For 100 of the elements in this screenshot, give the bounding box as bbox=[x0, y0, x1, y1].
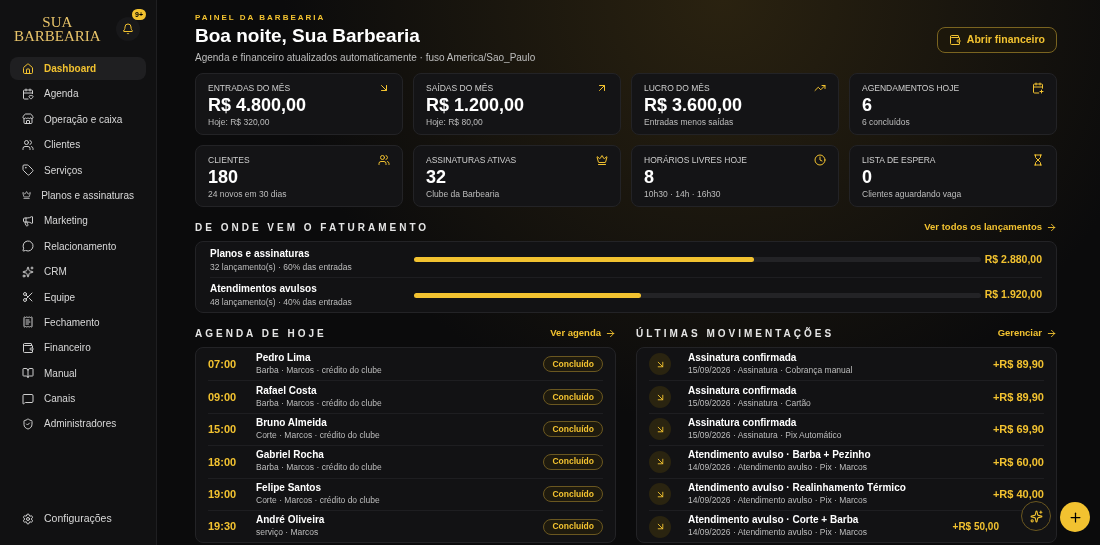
movement-detail: 14/09/2026 · Atendimento avulso · Pix · Marcos bbox=[688, 526, 869, 539]
client-name: Gabriel Rocha bbox=[256, 449, 325, 462]
revenue-amount: R$ 1.920,00 bbox=[984, 287, 1042, 303]
nav-item[interactable]: Dashboard bbox=[10, 57, 146, 80]
clock-icon bbox=[814, 154, 826, 166]
stat-note: Hoje: R$ 80,00 bbox=[426, 115, 484, 129]
nav-item[interactable]: Clientes bbox=[10, 133, 146, 157]
appointment-time: 19:30 bbox=[208, 519, 238, 535]
notification-button[interactable] bbox=[116, 17, 140, 41]
section-link[interactable]: Ver agenda bbox=[550, 326, 616, 341]
movement-detail: 14/09/2026 · Atendimento avulso · Pix · Marcos bbox=[688, 493, 869, 507]
movement-detail: 14/09/2026 · Atendimento avulso · Pix · Marcos bbox=[688, 461, 869, 475]
appointment-time: 09:00 bbox=[208, 389, 238, 405]
movement-amount: +R$ 89,90 bbox=[992, 389, 1044, 405]
section-link[interactable]: Gerenciar bbox=[997, 326, 1057, 341]
appointment-detail: serviço · Marcos bbox=[256, 526, 320, 539]
revenue-source: Planos e assinaturas bbox=[210, 246, 311, 261]
movement-title: Atendimento avulso · Corte + Barba bbox=[688, 514, 860, 527]
stat-value: R$ 1.200,00 bbox=[426, 94, 526, 115]
status-pill: Concluído bbox=[543, 356, 603, 373]
stat-note: Clube da Barbearia bbox=[426, 187, 501, 201]
movement-detail: 15/09/2026 · Assinatura · Cartão bbox=[688, 396, 812, 410]
store-icon bbox=[22, 113, 34, 126]
calendar-plus-icon bbox=[1032, 82, 1044, 94]
wallet-icon bbox=[948, 34, 961, 46]
client-name: André Oliveira bbox=[256, 514, 326, 527]
eyebrow: PAINEL DA BARBEARIA bbox=[195, 12, 327, 24]
stat-label: SAÍDAS DO MÊS bbox=[426, 82, 494, 95]
client-name: Felipe Santos bbox=[256, 481, 322, 494]
appointment-time: 15:00 bbox=[208, 422, 238, 438]
trending-up-icon bbox=[814, 82, 826, 94]
nav-item[interactable]: Relacionamento bbox=[10, 234, 146, 258]
users-icon bbox=[378, 154, 390, 166]
page-subtitle: Agenda e financeiro atualizados automaticamente · fuso America/Sao_Paulo bbox=[195, 51, 536, 65]
stat-value: R$ 4.800,00 bbox=[208, 94, 308, 115]
shield-icon bbox=[22, 417, 34, 430]
settings-item[interactable]: Configurações bbox=[10, 507, 146, 531]
nav-item[interactable]: Administradores bbox=[10, 412, 146, 436]
bell-icon bbox=[122, 23, 134, 35]
stat-value: 32 bbox=[426, 166, 448, 187]
stat-value: 180 bbox=[208, 166, 240, 187]
stat-label: LUCRO DO MÊS bbox=[644, 82, 710, 95]
appointment-detail: Corte · Marcos · crédito do clube bbox=[256, 493, 381, 507]
nav-item[interactable]: Agenda bbox=[10, 82, 146, 106]
arrow-right-icon bbox=[1046, 222, 1057, 233]
megaphone-icon bbox=[22, 214, 34, 227]
movement-detail: 15/09/2026 · Assinatura · Cobrança manual bbox=[688, 363, 854, 377]
chat-icon bbox=[22, 392, 34, 405]
movement-detail: 15/09/2026 · Assinatura · Pix Automático bbox=[688, 429, 843, 442]
page-title: Boa noite, Sua Barbearia bbox=[195, 24, 421, 48]
revenue-detail: 32 lançamento(s) · 60% das entradas bbox=[210, 260, 353, 274]
stat-note: Hoje: R$ 320,00 bbox=[208, 115, 271, 129]
stat-note: 10h30 · 14h · 16h30 bbox=[644, 187, 722, 201]
revenue-source: Atendimentos avulsos bbox=[210, 282, 318, 297]
movement-title: Assinatura confirmada bbox=[688, 417, 798, 430]
stat-value: R$ 3.600,00 bbox=[644, 94, 744, 115]
stat-note: 24 novos em 30 dias bbox=[208, 187, 288, 201]
home-icon bbox=[22, 62, 34, 75]
nav-item[interactable]: CRM bbox=[10, 260, 146, 284]
client-name: Bruno Almeida bbox=[256, 417, 328, 430]
nav-item[interactable]: Financeiro bbox=[10, 336, 146, 360]
status-pill: Concluído bbox=[543, 389, 603, 406]
arrow-right-icon bbox=[605, 328, 616, 339]
stat-note: Entradas menos saídas bbox=[644, 115, 735, 129]
nav-item[interactable]: Equipe bbox=[10, 285, 146, 309]
movement-amount: +R$ 69,90 bbox=[992, 422, 1044, 438]
nav-item[interactable]: Canais bbox=[10, 387, 146, 411]
arrow-right-icon bbox=[1046, 328, 1057, 339]
status-pill: Concluído bbox=[543, 486, 603, 503]
appointment-time: 07:00 bbox=[208, 356, 238, 372]
stat-label: LISTA DE ESPERA bbox=[862, 154, 936, 167]
movement-title: Assinatura confirmada bbox=[688, 351, 798, 364]
book-icon bbox=[22, 367, 34, 380]
appointment-detail: Corte · Marcos · crédito do clube bbox=[256, 429, 381, 442]
stat-label: ENTRADAS DO MÊS bbox=[208, 82, 291, 95]
appointment-detail: Barba · Marcos · crédito do clube bbox=[256, 461, 383, 475]
stat-note: 6 concluídos bbox=[862, 115, 911, 129]
movement-amount: +R$ 50,00 bbox=[952, 520, 999, 535]
chat-bubble-icon bbox=[22, 240, 34, 253]
section-title: ÚLTIMAS MOVIMENTAÇÕES bbox=[636, 326, 835, 341]
nav-item[interactable]: Manual bbox=[10, 361, 146, 385]
stat-label: CLIENTES bbox=[208, 154, 250, 167]
receipt-icon bbox=[22, 316, 34, 329]
nav-item[interactable]: Marketing bbox=[10, 209, 146, 233]
crown-icon bbox=[22, 189, 32, 202]
open-finance-button[interactable]: Abrir financeiro bbox=[936, 27, 1057, 53]
movement-title: Atendimento avulso · Realinhamento Térmico bbox=[688, 481, 907, 494]
nav-item[interactable]: Fechamento bbox=[10, 310, 146, 334]
stat-note: Clientes aguardando vaga bbox=[862, 187, 963, 201]
add-button[interactable] bbox=[1060, 502, 1090, 532]
section-link[interactable]: Ver todos os lançamentos bbox=[924, 220, 1057, 235]
settings-icon bbox=[22, 513, 34, 525]
nav-item[interactable]: Planos e assinaturas bbox=[10, 183, 146, 207]
appointment-time: 19:00 bbox=[208, 487, 238, 502]
client-name: Rafael Costa bbox=[256, 384, 318, 397]
nav-item[interactable]: Serviços bbox=[10, 158, 146, 182]
nav-item[interactable]: Operação e caixa bbox=[10, 107, 146, 131]
section-title: DE ONDE VEM O FATURAMENTO bbox=[195, 221, 430, 235]
stat-value: 0 bbox=[862, 166, 873, 187]
hourglass-icon bbox=[1032, 154, 1044, 166]
